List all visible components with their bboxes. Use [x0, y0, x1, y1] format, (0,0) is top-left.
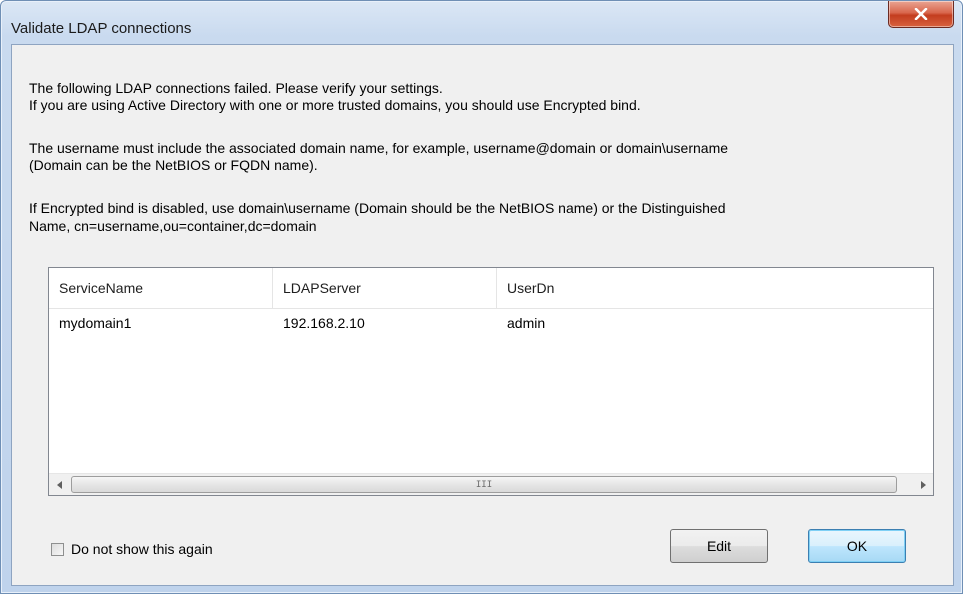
cell-ldapserver: 192.168.2.10: [283, 315, 365, 331]
message-line-2: If you are using Active Directory with o…: [29, 97, 641, 113]
message-line-6: Name, cn=username,ou=container,dc=domain: [29, 218, 317, 234]
scrollbar-thumb[interactable]: III: [71, 476, 897, 493]
scrollbar-grip: III: [475, 480, 493, 490]
list-header: ServiceName LDAPServer UserDn: [49, 268, 933, 309]
cell-userdn: admin: [507, 315, 546, 331]
column-header-userdn[interactable]: UserDn: [497, 268, 933, 308]
message-line-1: The following LDAP connections failed. P…: [29, 80, 443, 96]
message-line-5: If Encrypted bind is disabled, use domai…: [29, 200, 726, 216]
horizontal-scrollbar[interactable]: III: [49, 473, 933, 495]
message-line-3: The username must include the associated…: [29, 140, 729, 156]
ok-button[interactable]: OK: [808, 529, 906, 563]
table-row[interactable]: mydomain1 192.168.2.10 admin: [49, 309, 933, 337]
title-bar[interactable]: Validate LDAP connections: [1, 1, 962, 44]
arrow-right-icon: [920, 476, 926, 494]
dialog-body: The following LDAP connections failed. P…: [11, 44, 954, 586]
checkbox-box[interactable]: [51, 542, 64, 556]
column-header-ldapserver[interactable]: LDAPServer: [273, 268, 497, 308]
scroll-left-button[interactable]: [49, 474, 70, 495]
message-line-4: (Domain can be the NetBIOS or FQDN name)…: [29, 157, 318, 173]
cell-servicename: mydomain1: [59, 315, 132, 331]
column-header-servicename[interactable]: ServiceName: [49, 268, 273, 308]
do-not-show-again-checkbox[interactable]: Do not show this again: [51, 540, 213, 558]
close-icon: [914, 8, 928, 20]
window-title: Validate LDAP connections: [11, 20, 192, 37]
edit-button[interactable]: Edit: [670, 529, 768, 563]
scroll-right-button[interactable]: [912, 474, 933, 495]
close-button[interactable]: [888, 1, 954, 28]
checkbox-label[interactable]: Do not show this again: [71, 541, 213, 557]
arrow-left-icon: [56, 476, 63, 494]
connections-list[interactable]: ServiceName LDAPServer UserDn mydomain1 …: [48, 267, 934, 496]
dialog-window: Validate LDAP connections The following …: [0, 0, 963, 594]
